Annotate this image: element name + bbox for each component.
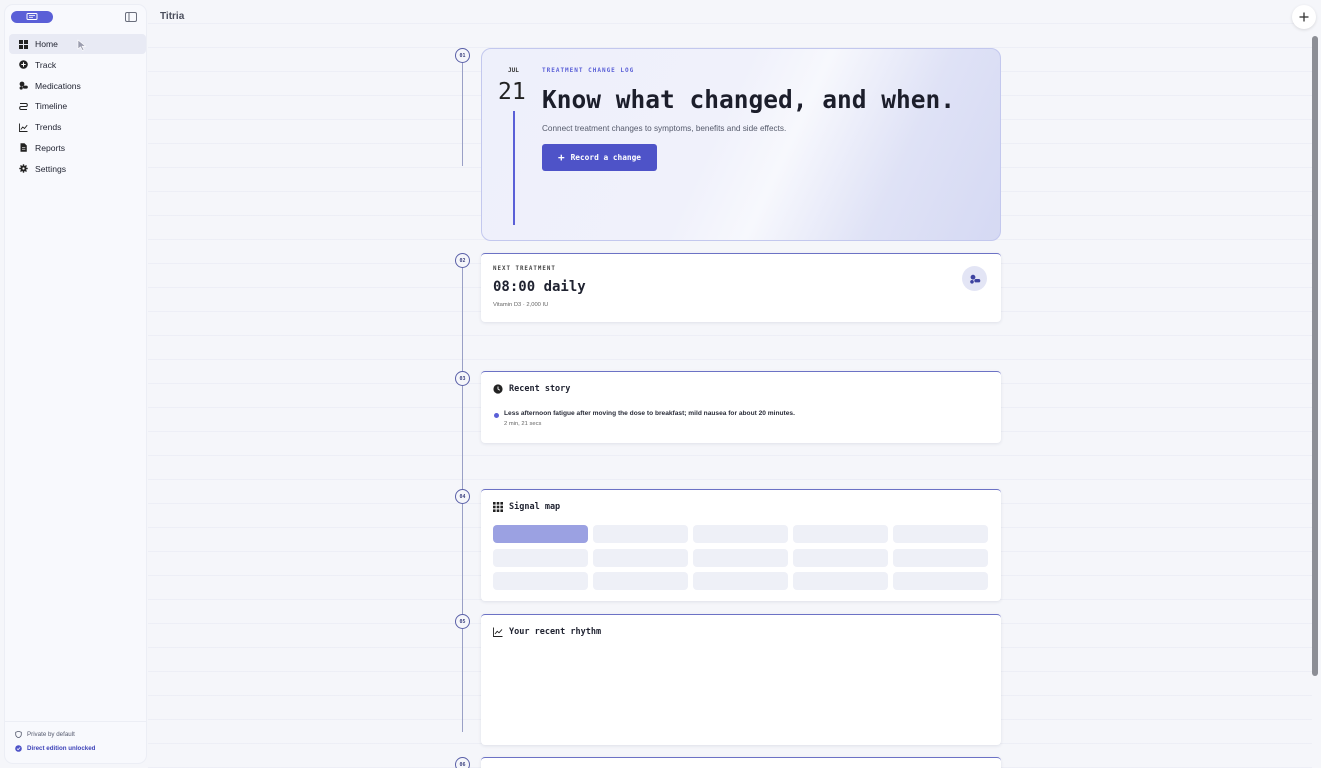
sidebar-toggle-button[interactable] [125,12,137,22]
sidebar-item-label: Medications [35,80,81,91]
sidebar-item-label: Home [35,39,58,49]
step-marker: 03 [455,371,470,386]
story-entry[interactable]: Less afternoon fatigue after moving the … [504,410,795,417]
timeline-connector [462,268,463,372]
mouse-cursor-icon [77,39,87,51]
sidebar-item-timeline[interactable]: Timeline [9,96,146,116]
edition-label: Direct edition unlocked [27,745,96,752]
step-marker: 01 [455,48,470,63]
signal-cell[interactable] [893,572,988,590]
hero-headline: Know what changed, and when. [542,85,956,114]
signal-cell[interactable] [893,548,988,567]
timeline-connector [462,504,463,614]
signal-map-title: Signal map [509,502,561,512]
date-month: JUL [508,67,519,74]
plus-circle-icon [19,60,28,70]
app-title: Titria [160,11,185,22]
sidebar-item-trends[interactable]: Trends [9,117,146,137]
story-bullet [494,413,499,418]
recent-rhythm-card: Your recent rhythm [481,614,1001,745]
signal-map-card: Signal map [481,489,1001,601]
signal-cell[interactable] [593,572,688,590]
hero-eyebrow: TREATMENT CHANGE LOG [542,67,635,74]
signal-cell[interactable] [593,548,688,567]
date-accent-line [513,111,515,225]
privacy-label: Private by default [27,731,75,738]
treatment-change-hero: JUL 21 TREATMENT CHANGE LOG Know what ch… [481,48,1001,241]
edition-status[interactable]: Direct edition unlocked [15,745,146,752]
rhythm-title: Your recent rhythm [509,627,602,637]
timeline-connector [462,629,463,732]
signal-cell[interactable] [693,572,788,590]
date-day: 21 [498,79,526,105]
recent-story-card: Recent story Less afternoon fatigue afte… [481,371,1001,443]
grid-icon [19,39,28,49]
sidebar-item-label: Reports [35,142,66,153]
logo-icon [26,13,38,20]
medication-badge[interactable] [962,266,987,291]
recent-story-title: Recent story [509,384,571,394]
sidebar: Home Track Medications Timeline Trends R… [5,5,146,763]
step-marker: 06 [455,757,470,768]
signal-cell[interactable] [793,548,888,567]
document-icon [19,143,28,153]
pills-icon [969,274,980,284]
sidebar-item-reports[interactable]: Reports [9,138,146,158]
add-button[interactable] [1292,5,1316,29]
rhythm-header: Your recent rhythm [493,627,601,637]
sidebar-item-settings[interactable]: Settings [9,159,146,179]
plus-icon: + [557,151,565,164]
step-marker: 05 [455,614,470,629]
signal-cell[interactable] [793,572,888,590]
signal-cell[interactable] [793,525,888,543]
step-marker: 02 [455,253,470,268]
sidebar-item-track[interactable]: Track [9,55,146,75]
shield-icon [15,731,22,738]
record-change-label: Record a change [570,153,642,162]
chart-line-icon [493,627,503,637]
signal-cell[interactable] [693,525,788,543]
sidebar-item-label: Trends [35,122,62,133]
signal-cell[interactable] [593,525,688,543]
sidebar-nav: Home Track Medications Timeline Trends R… [9,34,146,180]
step-marker: 04 [455,489,470,504]
timeline-connector [462,63,463,166]
signal-cell[interactable] [493,525,588,543]
sidebar-toggle-icon [125,12,137,22]
scrollbar-thumb[interactable] [1312,36,1318,676]
signal-cell[interactable] [693,548,788,567]
signal-cell[interactable] [493,548,588,567]
signal-map-header: Signal map [493,502,560,512]
next-treatment-card[interactable]: NEXT TREATMENT 08:00 daily Vitamin D3 · … [481,253,1001,322]
chart-line-icon [19,123,28,132]
privacy-status: Private by default [15,731,146,738]
sidebar-footer: Private by default Direct edition unlock… [5,721,146,763]
next-treatment-time: 08:00 daily [493,279,586,295]
signal-cell[interactable] [493,572,588,590]
plus-icon [1299,12,1309,22]
brand-logo[interactable] [11,11,53,23]
pills-icon [19,81,28,90]
recent-story-header: Recent story [493,384,570,394]
timeline-icon [19,102,28,111]
hero-subtitle: Connect treatment changes to symptoms, b… [542,124,787,133]
sidebar-item-label: Track [35,59,57,70]
sidebar-item-label: Settings [35,163,67,174]
sidebar-item-label: Timeline [35,101,68,112]
signal-cell[interactable] [893,525,988,543]
clock-icon [493,384,503,394]
next-treatment-eyebrow: NEXT TREATMENT [493,266,556,272]
grid-dots-icon [493,502,503,512]
record-change-button[interactable]: + Record a change [542,144,657,171]
timeline-connector [462,386,463,490]
story-duration: 2 min, 21 secs [504,421,542,427]
next-section-card [481,757,1001,768]
sidebar-item-medications[interactable]: Medications [9,76,146,96]
next-treatment-detail: Vitamin D3 · 2,000 IU [493,302,549,308]
gear-icon [19,164,28,173]
check-badge-icon [15,745,22,752]
sidebar-item-home[interactable]: Home [9,34,146,54]
